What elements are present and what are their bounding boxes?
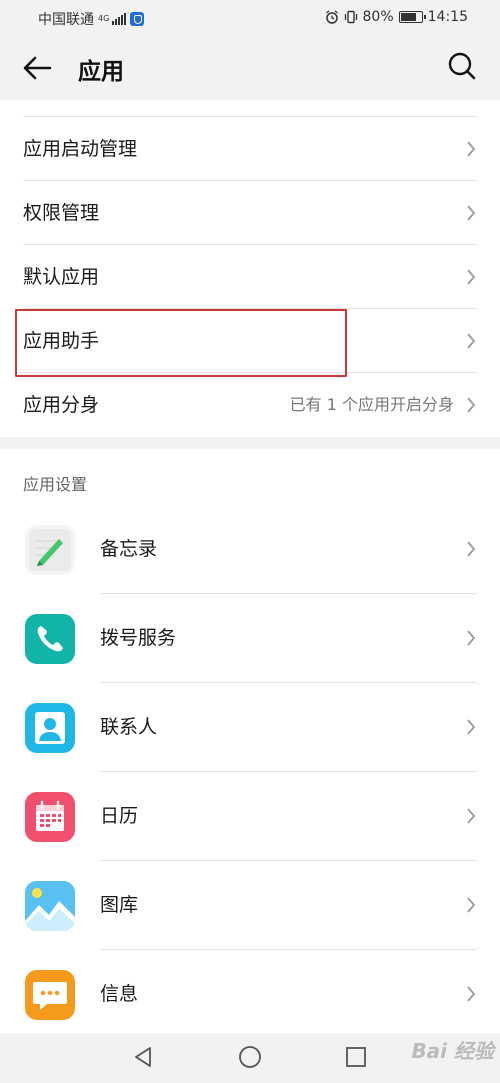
battery-percent: 80% [362,9,394,25]
clock: 14:15 [427,9,468,25]
app-item-label: 联系人 [100,716,158,738]
chevron-right-icon [467,808,476,824]
app-item-label: 备忘录 [100,538,158,560]
nav-home-button[interactable] [238,1045,262,1069]
search-button[interactable] [446,50,478,82]
messages-icon [25,970,75,1020]
chevron-right-icon [467,205,476,221]
back-arrow-icon [23,56,52,80]
chevron-right-icon [467,897,476,913]
list-item-default-apps[interactable]: 默认应用 [0,245,500,309]
app-item-label: 拨号服务 [100,627,177,649]
list-item-label: 应用分身 [23,394,100,416]
list-item-value: 已有 1 个应用开启分身 [289,395,454,414]
back-button[interactable] [20,52,56,84]
gallery-icon [25,881,75,931]
highlight-annotation-box [15,309,347,377]
watermark: Bai 经验 [411,1039,494,1063]
page-title: 应用 [78,59,124,85]
app-item-messages[interactable]: 信息 [0,950,500,1039]
search-icon [448,52,476,80]
app-item-label: 图库 [100,894,139,916]
network-type: 4G [98,14,110,23]
nav-recents-button[interactable] [344,1045,368,1069]
nav-back-button[interactable] [131,1045,155,1069]
chevron-right-icon [467,333,476,349]
chevron-right-icon [467,397,476,413]
status-bar: 中国联通 4G 80% 14:15 [0,0,500,36]
contacts-icon [25,703,75,753]
chevron-right-icon [467,719,476,735]
app-item-dialer[interactable]: 拨号服务 [0,594,500,683]
list-item-app-twin[interactable]: 应用分身 已有 1 个应用开启分身 [0,373,500,437]
app-management-list: 应用启动管理 权限管理 默认应用 应用助手 应用分身 已有 1 个应用开启分身 [0,100,500,437]
calendar-icon [25,792,75,842]
chevron-right-icon [467,269,476,285]
app-item-notes[interactable]: 备忘录 [0,505,500,594]
battery-icon [398,11,426,23]
list-item-label: 应用启动管理 [23,138,138,160]
chevron-right-icon [467,541,476,557]
chevron-right-icon [467,986,476,1002]
chevron-right-icon [467,141,476,157]
phone-icon [25,614,75,664]
list-item-permissions[interactable]: 权限管理 [0,181,500,245]
notepad-icon [25,525,75,575]
list-item-app-launch[interactable]: 应用启动管理 [0,117,500,181]
notification-shield-icon [130,12,144,26]
alarm-icon [325,10,338,24]
navigation-bar: Bai 经验 [0,1033,500,1083]
chevron-right-icon [467,630,476,646]
section-title: 应用设置 [23,475,88,494]
circle-home-icon [239,1046,261,1068]
carrier-name: 中国联通 [38,12,94,28]
app-item-contacts[interactable]: 联系人 [0,683,500,772]
list-item-label: 默认应用 [23,266,100,288]
app-item-label: 信息 [100,983,139,1005]
vibrate-icon [344,10,357,24]
app-item-calendar[interactable]: 日历 [0,772,500,861]
app-item-gallery[interactable]: 图库 [0,861,500,950]
signal-icon [112,13,126,25]
square-recents-icon [346,1047,366,1067]
app-item-label: 日历 [100,805,139,827]
list-item-label: 权限管理 [23,202,100,224]
header: 应用 [0,36,500,100]
triangle-back-icon [135,1047,151,1067]
